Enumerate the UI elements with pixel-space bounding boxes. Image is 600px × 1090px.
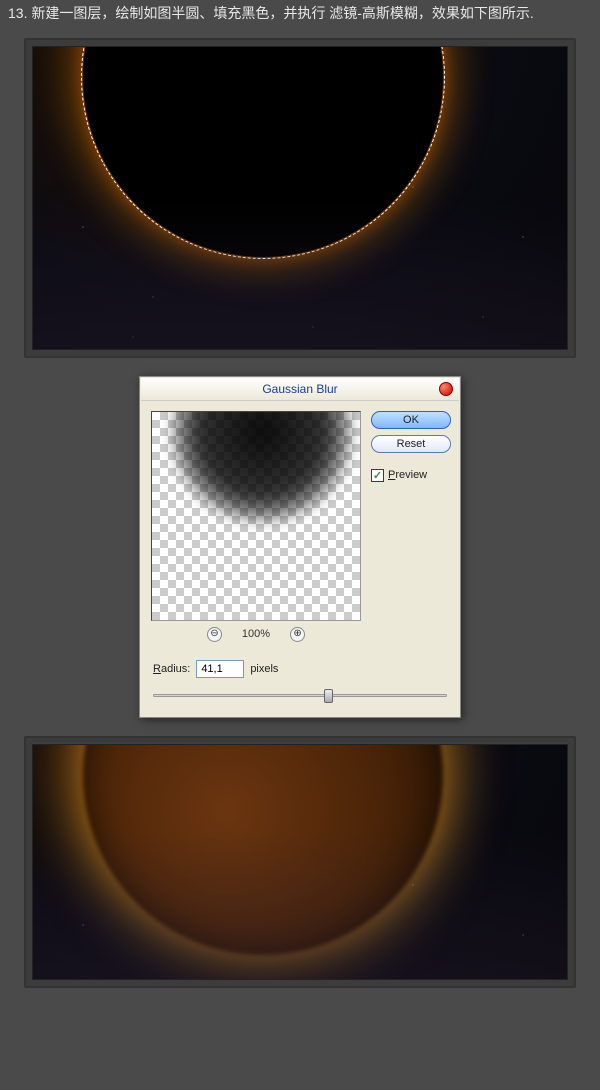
radius-section: Radius: pixels (141, 654, 459, 716)
gaussian-blur-dialog: Gaussian Blur ⊖ 100% ⊕ OK Reset ✓ Previe… (139, 376, 461, 718)
ok-button[interactable]: OK (371, 411, 451, 429)
step-number: 13. (8, 5, 27, 21)
preview-label: Preview (388, 469, 427, 481)
close-icon[interactable] (439, 382, 453, 396)
haze (33, 199, 567, 349)
preview-section: ⊖ 100% ⊕ (151, 411, 361, 648)
zoom-out-button[interactable]: ⊖ (207, 627, 222, 642)
image-canvas-1 (32, 46, 568, 350)
radius-unit: pixels (250, 663, 278, 675)
preview-canvas[interactable] (151, 411, 361, 621)
radius-slider[interactable] (153, 688, 447, 702)
instruction-text: 新建一图层，绘制如图半圆、填充黑色，并执行 滤镜-高斯模糊，效果如下图所示. (31, 5, 533, 21)
reset-button[interactable]: Reset (371, 435, 451, 453)
step-instruction: 13. 新建一图层，绘制如图半圆、填充黑色，并执行 滤镜-高斯模糊，效果如下图所… (0, 0, 600, 28)
preview-checkbox-row[interactable]: ✓ Preview (371, 469, 451, 482)
zoom-level-label: 100% (242, 628, 270, 640)
result-image-after (24, 736, 576, 988)
haze-2 (33, 829, 567, 979)
zoom-controls: ⊖ 100% ⊕ (151, 621, 361, 648)
result-image-before (24, 38, 576, 358)
dialog-titlebar: Gaussian Blur (141, 378, 459, 401)
image-canvas-2 (32, 744, 568, 980)
radius-label: Radius: (153, 663, 190, 675)
radius-row: Radius: pixels (153, 660, 447, 678)
preview-checkbox[interactable]: ✓ (371, 469, 384, 482)
slider-track (153, 694, 447, 697)
slider-thumb[interactable] (324, 689, 333, 703)
radius-input[interactable] (196, 660, 244, 678)
preview-content (172, 411, 352, 522)
dialog-title-text: Gaussian Blur (262, 382, 337, 396)
zoom-in-button[interactable]: ⊕ (290, 627, 305, 642)
buttons-section: OK Reset ✓ Preview (371, 411, 451, 648)
dialog-body: ⊖ 100% ⊕ OK Reset ✓ Preview (141, 401, 459, 654)
